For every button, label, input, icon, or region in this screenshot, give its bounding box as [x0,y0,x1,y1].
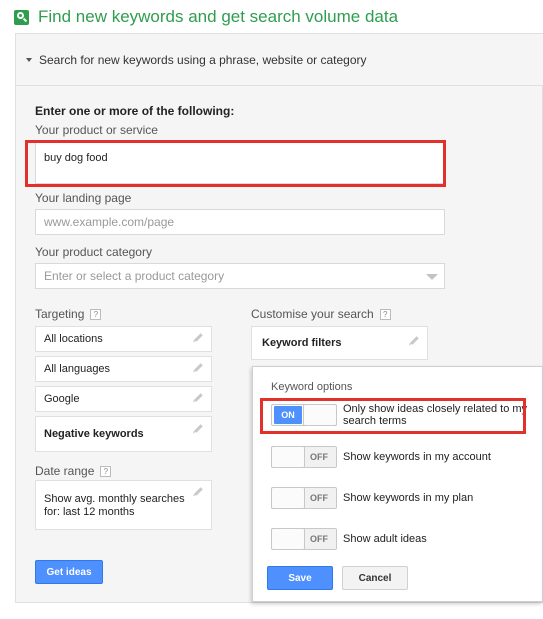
date-range-heading: Date range? [35,464,112,478]
save-button[interactable]: Save [267,566,333,590]
page-header: Find new keywords and get search volume … [14,6,398,28]
option-label-in-plan: Show keywords in my plan [343,492,474,504]
highlight-frame [25,140,446,187]
pencil-icon [194,424,203,433]
highlight-frame [260,398,526,434]
caret-down-icon [26,57,32,62]
customise-label: Customise your search [251,307,374,321]
toggle-state: OFF [310,493,328,503]
targeting-row-network[interactable]: Google [35,386,212,412]
category-select[interactable]: Enter or select a product category [35,263,445,289]
toggle-adult-ideas[interactable]: OFF [271,528,337,550]
dropdown-arrow-icon [426,274,438,280]
targeting-heading: Targeting? [35,307,102,321]
option-label-in-account: Show keywords in my account [343,451,491,463]
help-icon[interactable]: ? [90,309,102,321]
pencil-icon [194,363,203,372]
keyword-filters-label: Keyword filters [262,337,342,349]
pencil-icon [410,336,419,345]
cancel-button[interactable]: Cancel [342,566,408,590]
help-icon[interactable]: ? [379,309,391,321]
panel-heading-label: Search for new keywords using a phrase, … [39,52,367,67]
targeting-row-negative-keywords[interactable]: Negative keywords [35,416,212,452]
date-range-selector[interactable]: Show avg. monthly searches for: last 12 … [35,480,212,530]
search-icon [14,9,29,25]
panel-heading[interactable]: Search for new keywords using a phrase, … [16,34,543,86]
option-label-adult-ideas: Show adult ideas [343,533,427,545]
date-range-label: Date range [35,464,95,478]
help-icon[interactable]: ? [100,466,112,478]
pencil-icon [194,487,203,496]
pencil-icon [194,333,203,342]
toggle-knob [271,528,305,550]
toggle-in-account[interactable]: OFF [271,446,337,468]
landing-label: Your landing page [35,191,132,205]
targeting-row-label: All languages [44,363,111,375]
page-title: Find new keywords and get search volume … [38,7,399,26]
targeting-row-label: Negative keywords [44,428,144,440]
keyword-filters-button[interactable]: Keyword filters [251,326,428,360]
category-label: Your product category [35,245,152,259]
category-placeholder: Enter or select a product category [44,269,225,283]
product-label: Your product or service [35,123,158,137]
customise-heading: Customise your search? [251,307,391,321]
targeting-row-languages[interactable]: All languages [35,356,212,382]
targeting-row-label: Google [44,393,80,405]
landing-page-input[interactable]: www.example.com/page [35,209,445,235]
targeting-row-locations[interactable]: All locations [35,326,212,352]
get-ideas-button[interactable]: Get ideas [35,560,103,584]
toggle-knob [271,446,305,468]
toggle-in-plan[interactable]: OFF [271,487,337,509]
targeting-label: Targeting [35,307,85,321]
toggle-state: OFF [310,534,328,544]
targeting-row-label: All locations [44,333,103,345]
toggle-knob [271,487,305,509]
pencil-icon [194,393,203,402]
date-range-value: Show avg. monthly searches for: last 12 … [44,493,185,518]
popup-title: Keyword options [271,381,353,393]
toggle-state: OFF [310,452,328,462]
intro-text: Enter one or more of the following: [35,104,235,118]
